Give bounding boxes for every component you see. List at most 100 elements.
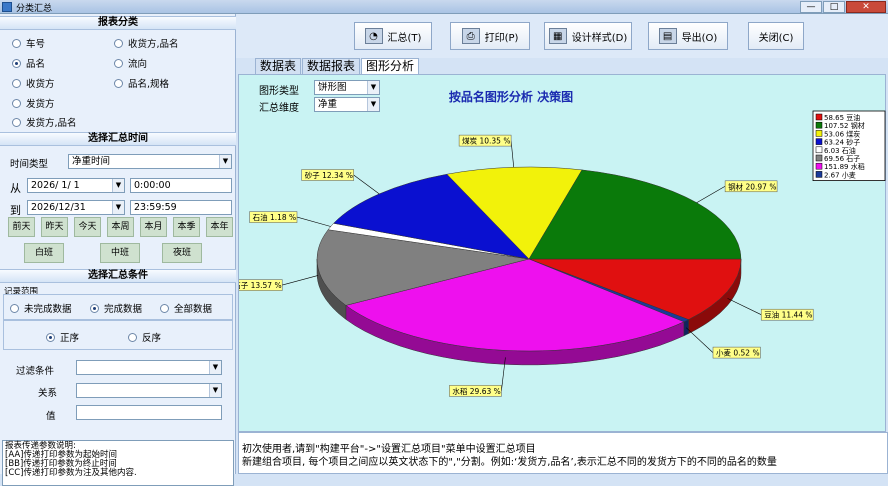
order-descending[interactable]: 反序 [128, 330, 161, 344]
title-bar: 分类汇总 — □ ✕ [0, 0, 888, 14]
radio-selected-icon [90, 303, 99, 313]
report-option-flow[interactable]: 流向 [114, 56, 147, 70]
pie-label: 钢材 20.97 % [728, 181, 776, 191]
hint-line: 新建组合项目, 每个项目之间应以英文状态下的","分割。例如:‘发货方,品名’,… [242, 457, 777, 468]
export-icon: ▤ [658, 28, 677, 44]
legend-swatch [815, 138, 823, 145]
design-icon: ▦ [548, 28, 567, 44]
pie-label: 石油 1.18 % [253, 212, 297, 222]
minimize-button[interactable]: — [800, 1, 822, 13]
summary-button[interactable]: ◔ 汇总(T) [354, 22, 432, 50]
app-icon [2, 2, 12, 12]
legend-entry: 69.56 石子 [824, 155, 860, 163]
radio-icon [12, 38, 21, 48]
pie-label: 石子 13.57 % [239, 281, 282, 290]
calendar-dropdown-icon: ▼ [112, 179, 124, 192]
section-report-category: 报表分类 [0, 16, 236, 30]
record-option-complete[interactable]: 完成数据 [90, 301, 142, 315]
report-option-sender-product[interactable]: 发货方,品名 [12, 115, 77, 129]
legend-entry: 2.67 小麦 [824, 170, 856, 179]
report-option-product-spec[interactable]: 品名,规格 [114, 76, 169, 90]
pie-label-leader [353, 174, 380, 195]
legend-entry: 151.89 水稻 [824, 162, 865, 171]
report-option-receiver[interactable]: 收货方 [12, 76, 55, 90]
quick-night-shift[interactable]: 夜班 [162, 243, 202, 263]
section-time: 选择汇总时间 [0, 132, 236, 146]
pie-label: 砂子 12.34 % [305, 170, 353, 180]
quick-yesterday[interactable]: 昨天 [41, 217, 68, 237]
pie-label-leader [685, 327, 714, 353]
quick-today[interactable]: 今天 [74, 217, 101, 237]
order-ascending[interactable]: 正序 [46, 330, 79, 344]
report-option-sender[interactable]: 发货方 [12, 96, 55, 110]
maximize-button[interactable]: □ [823, 1, 845, 13]
param-notes: 报表传递参数说明: [AA]传递打印参数为起始时间 [BB]传递打印参数为终止时… [2, 440, 234, 486]
legend-swatch [815, 146, 823, 154]
legend-entry: 58.65 豆油 [824, 113, 860, 122]
quick-this-year[interactable]: 本年 [206, 217, 233, 237]
legend-entry: 6.03 石油 [824, 146, 856, 155]
radio-selected-icon [12, 58, 21, 68]
time-type-select[interactable]: 净重时间 ▼ [68, 154, 232, 169]
pie-label: 煤炭 10.35 % [462, 136, 510, 146]
print-button[interactable]: ⎙ 打印(P) [450, 22, 530, 50]
legend-swatch [815, 130, 823, 137]
filter-select[interactable]: ▼ [76, 360, 222, 375]
legend-swatch [815, 121, 823, 129]
quick-this-month[interactable]: 本月 [140, 217, 167, 237]
radio-selected-icon [46, 332, 55, 342]
pie-label-leader [510, 140, 514, 168]
legend-swatch [815, 113, 823, 121]
window-title: 分类汇总 [16, 4, 53, 14]
hint-line: 初次使用者,请到"构建平台"->"设置汇总项目"菜单中设置汇总项目 [242, 444, 536, 455]
design-button[interactable]: ▦ 设计样式(D) [544, 22, 632, 50]
relation-select[interactable]: ▼ [76, 383, 222, 398]
record-option-all[interactable]: 全部数据 [160, 301, 212, 315]
radio-icon [128, 332, 137, 342]
from-time-field[interactable]: 0:00:00 [130, 178, 232, 193]
pie-label: 水稻 29.63 % [452, 386, 500, 396]
quick-day-shift[interactable]: 白班 [24, 243, 64, 263]
radio-icon [12, 98, 21, 108]
radio-icon [160, 303, 169, 313]
to-label: 到 [10, 204, 21, 217]
radio-icon [114, 58, 123, 68]
toolbar: ◔ 汇总(T) ⎙ 打印(P) ▦ 设计样式(D) ▤ 导出(O) 关闭(C) [236, 14, 888, 58]
tab-data-table[interactable]: 数据表 [255, 58, 302, 74]
pie-label: 小麦 0.52 % [716, 348, 760, 358]
legend-swatch [815, 154, 823, 162]
chart-pane: 图形类型 饼形图 ▼ 汇总维度 净重 ▼ 按品名图形分析 决策图 豆油 11.44 … [238, 74, 886, 432]
close-window-button[interactable]: ✕ [846, 1, 886, 13]
record-option-incomplete[interactable]: 未完成数据 [10, 301, 72, 315]
report-option-plate[interactable]: 车号 [12, 36, 45, 50]
pie-label-leader [296, 216, 331, 227]
report-option-product[interactable]: 品名 [12, 56, 45, 70]
quick-this-quarter[interactable]: 本季 [173, 217, 200, 237]
time-type-label: 时间类型 [10, 159, 49, 170]
tab-chart-analysis[interactable]: 图形分析 [361, 58, 420, 75]
value-input[interactable] [76, 405, 222, 420]
quick-day-before-yesterday[interactable]: 前天 [8, 217, 35, 237]
legend-entry: 107.52 钢材 [824, 121, 865, 130]
section-conditions: 选择汇总条件 [0, 269, 236, 283]
tab-data-report[interactable]: 数据报表 [302, 58, 361, 74]
pie-chart: 按品名图形分析 决策图 豆油 11.44 % 小麦 0.52 % 水稻 29.63 … [239, 89, 886, 397]
printer-icon: ⎙ [461, 28, 480, 44]
from-date-picker[interactable]: 2026/ 1/ 1 ▼ [27, 178, 125, 193]
filter-label: 过滤条件 [16, 366, 55, 377]
close-button[interactable]: 关闭(C) [748, 22, 804, 50]
quick-this-week[interactable]: 本周 [107, 217, 134, 237]
export-button[interactable]: ▤ 导出(O) [648, 22, 728, 50]
pie-label-leader [727, 298, 762, 315]
to-time-field[interactable]: 23:59:59 [130, 200, 232, 215]
report-option-receiver-product[interactable]: 收货方,品名 [114, 36, 179, 50]
pie-label: 豆油 11.44 % [764, 310, 812, 320]
view-tabs: 数据表 数据报表 图形分析 [255, 58, 420, 75]
value-label: 值 [46, 411, 56, 422]
pie-label-leader [282, 275, 319, 286]
pie-label-leader [696, 186, 726, 203]
legend-swatch [815, 171, 823, 178]
calendar-dropdown-icon: ▼ [112, 201, 124, 214]
to-date-picker[interactable]: 2026/12/31 ▼ [27, 200, 125, 215]
quick-middle-shift[interactable]: 中班 [100, 243, 140, 263]
